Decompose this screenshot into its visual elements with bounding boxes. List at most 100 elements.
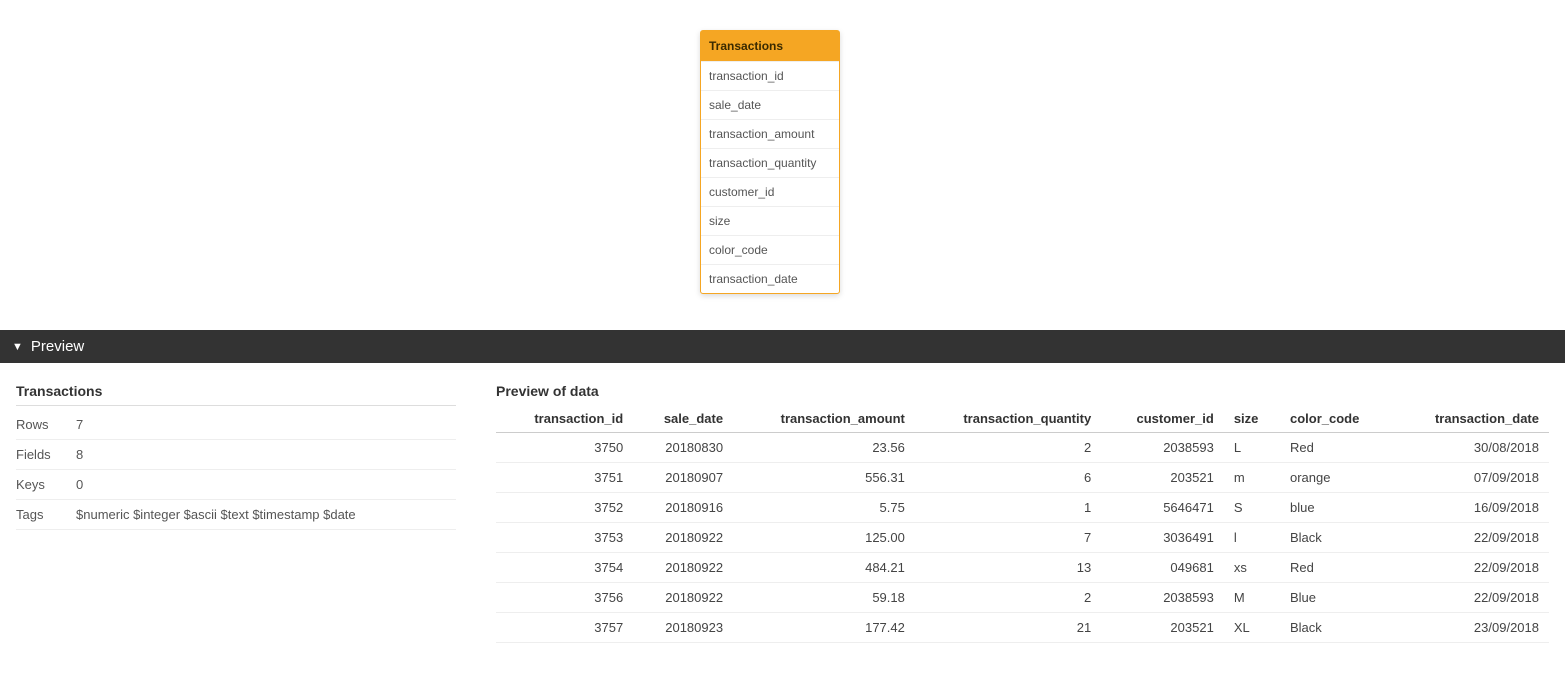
- table-cell: 20180922: [633, 553, 733, 583]
- table-cell: 556.31: [733, 463, 915, 493]
- table-cell: Blue: [1280, 583, 1393, 613]
- preview-title: Preview: [31, 338, 84, 355]
- table-cell: 3754: [496, 553, 633, 583]
- preview-toggle-bar[interactable]: ▼ Preview: [0, 330, 1565, 363]
- table-cell: Red: [1280, 553, 1393, 583]
- table-card-field[interactable]: transaction_date: [701, 264, 839, 293]
- column-header[interactable]: sale_date: [633, 405, 733, 433]
- table-cell: 2038593: [1101, 583, 1224, 613]
- table-cell: 3751: [496, 463, 633, 493]
- table-cell: Black: [1280, 613, 1393, 643]
- table-cell: 20180923: [633, 613, 733, 643]
- table-card-header[interactable]: Transactions: [701, 31, 839, 61]
- table-cell: 2: [915, 433, 1101, 463]
- table-cell: 5646471: [1101, 493, 1224, 523]
- table-card-transactions[interactable]: Transactions transaction_idsale_datetran…: [700, 30, 840, 294]
- table-cell: 30/08/2018: [1393, 433, 1549, 463]
- table-cell: 2038593: [1101, 433, 1224, 463]
- table-card-field[interactable]: transaction_id: [701, 61, 839, 90]
- table-row[interactable]: 37502018083023.5622038593LRed30/08/2018: [496, 433, 1549, 463]
- table-cell: 23/09/2018: [1393, 613, 1549, 643]
- table-cell: 3750: [496, 433, 633, 463]
- table-row[interactable]: 3752201809165.7515646471Sblue16/09/2018: [496, 493, 1549, 523]
- table-card-field[interactable]: transaction_quantity: [701, 148, 839, 177]
- column-header[interactable]: color_code: [1280, 405, 1393, 433]
- table-row[interactable]: 375120180907556.316203521morange07/09/20…: [496, 463, 1549, 493]
- table-card-field[interactable]: sale_date: [701, 90, 839, 119]
- meta-row: Tags$numeric $integer $ascii $text $time…: [16, 500, 456, 530]
- table-cell: 3753: [496, 523, 633, 553]
- table-cell: 177.42: [733, 613, 915, 643]
- table-cell: 21: [915, 613, 1101, 643]
- column-header[interactable]: customer_id: [1101, 405, 1224, 433]
- table-cell: 20180830: [633, 433, 733, 463]
- table-card-field[interactable]: size: [701, 206, 839, 235]
- meta-row: Keys0: [16, 470, 456, 500]
- meta-key: Rows: [16, 417, 76, 432]
- table-cell: 3036491: [1101, 523, 1224, 553]
- meta-value: $numeric $integer $ascii $text $timestam…: [76, 507, 456, 522]
- table-cell: 203521: [1101, 613, 1224, 643]
- column-header[interactable]: transaction_date: [1393, 405, 1549, 433]
- table-cell: 13: [915, 553, 1101, 583]
- table-cell: 484.21: [733, 553, 915, 583]
- meta-key: Fields: [16, 447, 76, 462]
- meta-title: Transactions: [16, 383, 456, 406]
- table-cell: l: [1224, 523, 1280, 553]
- table-cell: 23.56: [733, 433, 915, 463]
- table-cell: 20180922: [633, 523, 733, 553]
- table-cell: 22/09/2018: [1393, 523, 1549, 553]
- table-row[interactable]: 375720180923177.4221203521XLBlack23/09/2…: [496, 613, 1549, 643]
- table-cell: L: [1224, 433, 1280, 463]
- table-cell: Red: [1280, 433, 1393, 463]
- table-cell: 7: [915, 523, 1101, 553]
- table-cell: 07/09/2018: [1393, 463, 1549, 493]
- table-cell: 125.00: [733, 523, 915, 553]
- preview-body: Transactions Rows7Fields8Keys0Tags$numer…: [0, 363, 1565, 663]
- meta-row: Rows7: [16, 410, 456, 440]
- column-header[interactable]: size: [1224, 405, 1280, 433]
- table-cell: m: [1224, 463, 1280, 493]
- chevron-down-icon: ▼: [12, 341, 23, 353]
- table-cell: XL: [1224, 613, 1280, 643]
- table-cell: 22/09/2018: [1393, 553, 1549, 583]
- table-card-field[interactable]: customer_id: [701, 177, 839, 206]
- table-cell: 3756: [496, 583, 633, 613]
- table-row[interactable]: 375420180922484.2113049681xsRed22/09/201…: [496, 553, 1549, 583]
- meta-value: 8: [76, 447, 456, 462]
- meta-row: Fields8: [16, 440, 456, 470]
- table-cell: M: [1224, 583, 1280, 613]
- table-card-field[interactable]: color_code: [701, 235, 839, 264]
- data-preview-table: transaction_idsale_datetransaction_amoun…: [496, 405, 1549, 643]
- data-preview-title: Preview of data: [496, 383, 1549, 405]
- meta-value: 0: [76, 477, 456, 492]
- meta-key: Tags: [16, 507, 76, 522]
- table-cell: 59.18: [733, 583, 915, 613]
- table-cell: xs: [1224, 553, 1280, 583]
- meta-pane: Transactions Rows7Fields8Keys0Tags$numer…: [16, 383, 456, 643]
- table-cell: 6: [915, 463, 1101, 493]
- table-cell: 16/09/2018: [1393, 493, 1549, 523]
- table-row[interactable]: 37562018092259.1822038593MBlue22/09/2018: [496, 583, 1549, 613]
- table-cell: 1: [915, 493, 1101, 523]
- column-header[interactable]: transaction_id: [496, 405, 633, 433]
- data-pane: Preview of data transaction_idsale_datet…: [496, 383, 1549, 643]
- table-cell: 5.75: [733, 493, 915, 523]
- meta-key: Keys: [16, 477, 76, 492]
- table-cell: S: [1224, 493, 1280, 523]
- table-cell: 20180922: [633, 583, 733, 613]
- table-cell: 20180916: [633, 493, 733, 523]
- model-canvas[interactable]: Transactions transaction_idsale_datetran…: [0, 0, 1565, 330]
- column-header[interactable]: transaction_quantity: [915, 405, 1101, 433]
- table-cell: 3752: [496, 493, 633, 523]
- table-row[interactable]: 375320180922125.0073036491lBlack22/09/20…: [496, 523, 1549, 553]
- table-cell: orange: [1280, 463, 1393, 493]
- table-cell: 049681: [1101, 553, 1224, 583]
- column-header[interactable]: transaction_amount: [733, 405, 915, 433]
- table-cell: blue: [1280, 493, 1393, 523]
- table-cell: 203521: [1101, 463, 1224, 493]
- table-cell: Black: [1280, 523, 1393, 553]
- table-cell: 22/09/2018: [1393, 583, 1549, 613]
- table-cell: 2: [915, 583, 1101, 613]
- table-card-field[interactable]: transaction_amount: [701, 119, 839, 148]
